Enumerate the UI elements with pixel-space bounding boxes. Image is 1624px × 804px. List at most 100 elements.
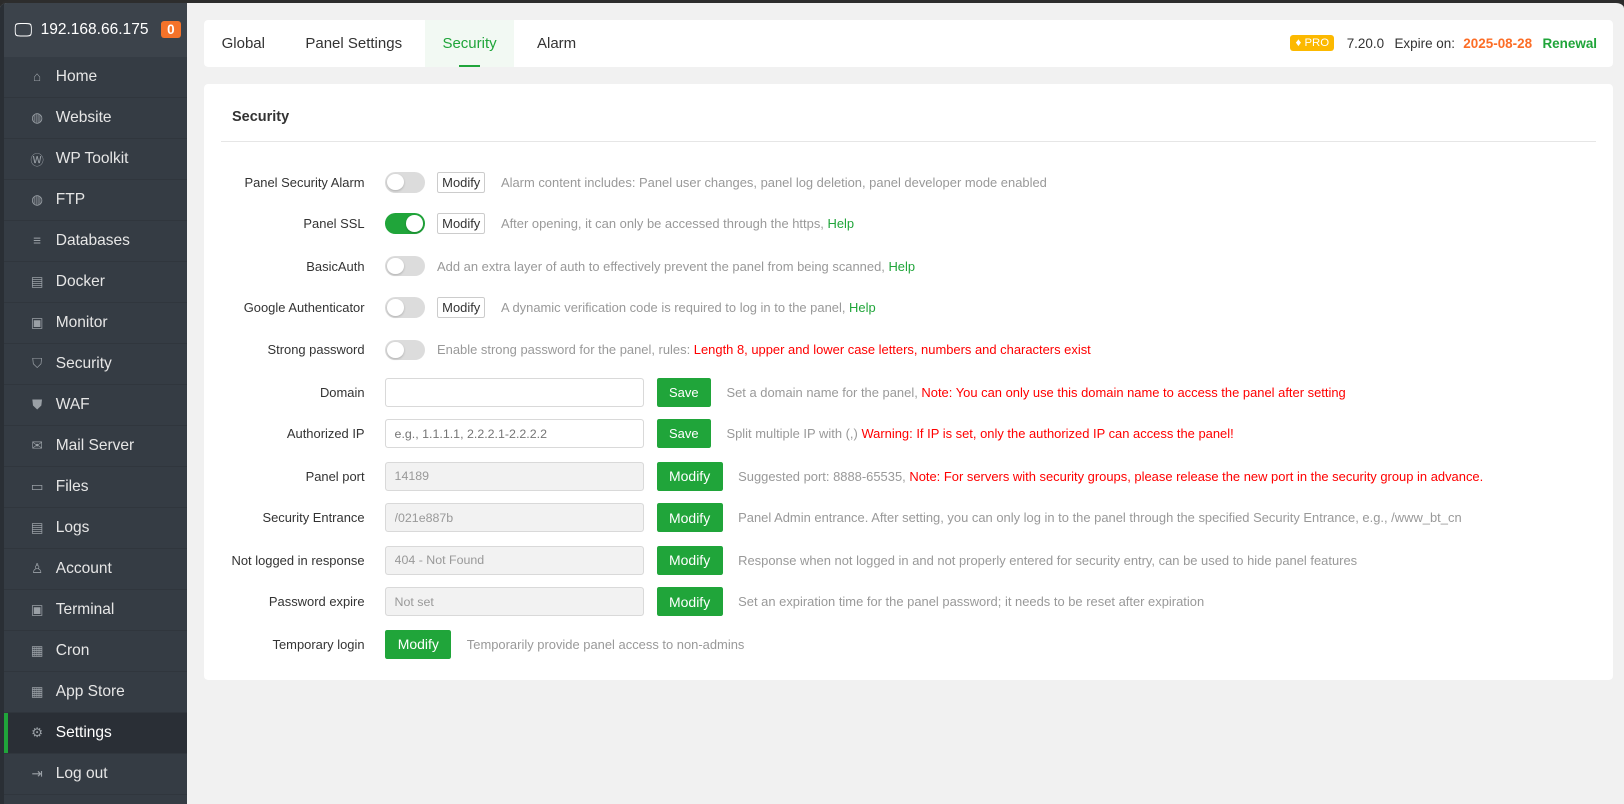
label: BasicAuth [306, 258, 365, 274]
row-panel-port: Panel port Modify Suggested port: 8888-6… [204, 461, 1483, 492]
sidebar-item-label: Settings [55, 723, 112, 741]
sidebar-item-settings[interactable]: ⚙ Settings [4, 712, 188, 754]
row-security-entrance: Security Entrance Modify Panel Admin ent… [204, 502, 1462, 533]
app-store-icon: ▦ [30, 683, 44, 699]
sidebar-item-label: WAF [55, 395, 90, 413]
sidebar-item-label: WP Toolkit [55, 149, 129, 167]
sidebar-item-label: Docker [55, 272, 105, 290]
sidebar-item-home[interactable]: ⌂ Home [4, 57, 188, 98]
databases-icon: ≡ [33, 233, 42, 249]
basicauth-toggle[interactable] [385, 255, 425, 277]
row-temporary-login: Temporary login Modify Temporarily provi… [204, 629, 744, 660]
row-authorized-ip: Authorized IP Save Split multiple IP wit… [204, 418, 1234, 449]
description: Split multiple IP with (,) [726, 426, 858, 442]
domain-input[interactable] [385, 377, 645, 407]
row-not-logged-in-response: Not logged in response Modify Response w… [204, 545, 1357, 576]
ssl-toggle[interactable] [385, 213, 425, 234]
sidebar-item-app-store[interactable]: ▦ App Store [4, 672, 188, 713]
sidebar-item-label: Website [55, 108, 112, 126]
description: Response when not logged in and not prop… [738, 552, 1358, 568]
sidebar-item-website[interactable]: ◍ Website [4, 98, 188, 139]
cron-icon: ▦ [30, 642, 44, 658]
sidebar: 🖵 192.168.66.175 0 ⌂ Home ◍ Website Ⓦ WP Tool… [0, 3, 188, 804]
sidebar-item-databases[interactable]: ≡ Databases [4, 221, 188, 262]
response-input [385, 545, 645, 575]
sidebar-item-ftp[interactable]: ◍ FTP [4, 180, 188, 221]
sidebar-item-account[interactable]: ♙ Account [4, 549, 188, 590]
entrance-modify-button[interactable]: Modify [656, 503, 723, 533]
label: Security Entrance [262, 510, 365, 526]
ga-toggle[interactable] [385, 297, 425, 318]
sidebar-item-label: Home [55, 67, 98, 85]
row-basicauth: BasicAuth Add an extra layer of auth to … [204, 251, 915, 282]
sidebar-item-monitor[interactable]: ▣ Monitor [4, 303, 188, 344]
sidebar-item-mail-server[interactable]: ✉ Mail Server [4, 426, 188, 467]
sidebar-item-label: Files [55, 477, 89, 495]
domain-save-button[interactable]: Save [656, 377, 711, 407]
tab-security[interactable]: Security [424, 19, 515, 68]
sidebar-item-label: App Store [55, 682, 125, 700]
monitor-icon: ▣ [30, 314, 44, 330]
sidebar-item-log-out[interactable]: ⇥ Log out [4, 754, 188, 795]
tab-alarm[interactable]: Alarm [519, 20, 593, 68]
sidebar-item-label: Account [55, 559, 112, 577]
alarm-toggle[interactable] [385, 171, 425, 193]
pwexpire-modify-button[interactable]: Modify [656, 587, 723, 617]
sidebar-item-cron[interactable]: ▦ Cron [4, 631, 188, 672]
warning-note: Length 8, upper and lower case letters, … [693, 342, 1091, 358]
port-modify-button[interactable]: Modify [656, 461, 723, 491]
wp-toolkit-icon: Ⓦ [30, 152, 44, 168]
license-info: ♦ PRO 7.20.0 Expire on: 2025-08-28 Renew… [1290, 35, 1612, 52]
monitor-icon: 🖵 [14, 18, 33, 40]
alarm-modify-button[interactable]: Modify [437, 171, 486, 193]
sidebar-item-label: Monitor [55, 313, 108, 331]
ip-save-button[interactable]: Save [656, 419, 711, 449]
ssl-modify-button[interactable]: Modify [437, 213, 486, 235]
settings-icon: ⚙ [31, 724, 44, 740]
sidebar-item-waf[interactable]: ⛊ WAF [4, 385, 188, 426]
help-link[interactable]: Help [849, 300, 876, 315]
waf-icon: ⛊ [32, 396, 43, 412]
files-icon: ▭ [30, 478, 44, 494]
notification-badge[interactable]: 0 [160, 21, 181, 39]
label: Panel Security Alarm [244, 174, 365, 190]
tab-panel-settings[interactable]: Panel Settings [288, 20, 420, 68]
label: Not logged in response [231, 552, 365, 568]
ga-modify-button[interactable]: Modify [437, 296, 486, 319]
security-card: Security Panel Security Alarm Modify Ala… [204, 83, 1613, 681]
help-link[interactable]: Help [828, 216, 855, 231]
sidebar-item-label: Cron [55, 641, 90, 659]
description: Suggested port: 8888-65535, [738, 468, 906, 484]
diamond-icon: ♦ [1295, 37, 1302, 50]
sidebar-item-terminal[interactable]: ▣ Terminal [4, 590, 188, 631]
sidebar-nav: ⌂ Home ◍ Website Ⓦ WP Toolkit ◍ FTP ≡ Databases ▤ D… [4, 57, 188, 795]
renewal-link[interactable]: Renewal [1542, 36, 1597, 51]
tab-global[interactable]: Global [204, 20, 283, 68]
sidebar-item-files[interactable]: ▭ Files [4, 467, 188, 508]
divider [220, 140, 1597, 142]
sidebar-item-label: Terminal [55, 600, 115, 618]
row-domain: Domain Save Set a domain name for the pa… [204, 377, 1346, 408]
help-link[interactable]: Help [888, 259, 915, 274]
security-entrance-input [385, 503, 645, 533]
description: Set a domain name for the panel, [726, 384, 918, 400]
description: Set an expiration time for the panel pas… [738, 594, 1205, 610]
description: A dynamic verification code is required … [500, 299, 846, 315]
response-modify-button[interactable]: Modify [656, 545, 723, 575]
panel-port-input [385, 461, 645, 491]
strong-password-toggle[interactable] [385, 339, 425, 361]
server-ip: 192.168.66.175 [40, 20, 149, 38]
label: Panel SSL [303, 216, 365, 232]
label: Password expire [268, 594, 365, 610]
authorized-ip-input[interactable] [385, 419, 645, 449]
password-expire-input [385, 587, 645, 617]
warning-note: Warning: If IP is set, only the authoriz… [861, 426, 1234, 442]
sidebar-item-label: FTP [55, 190, 86, 208]
temp-login-modify-button[interactable]: Modify [385, 629, 452, 659]
sidebar-item-docker[interactable]: ▤ Docker [4, 262, 188, 303]
log-out-icon: ⇥ [31, 765, 43, 781]
sidebar-item-wp-toolkit[interactable]: Ⓦ WP Toolkit [4, 139, 188, 180]
sidebar-item-logs[interactable]: ▤ Logs [4, 508, 188, 549]
sidebar-item-security[interactable]: ⛉ Security [4, 344, 188, 385]
sidebar-item-label: Logs [55, 518, 90, 536]
